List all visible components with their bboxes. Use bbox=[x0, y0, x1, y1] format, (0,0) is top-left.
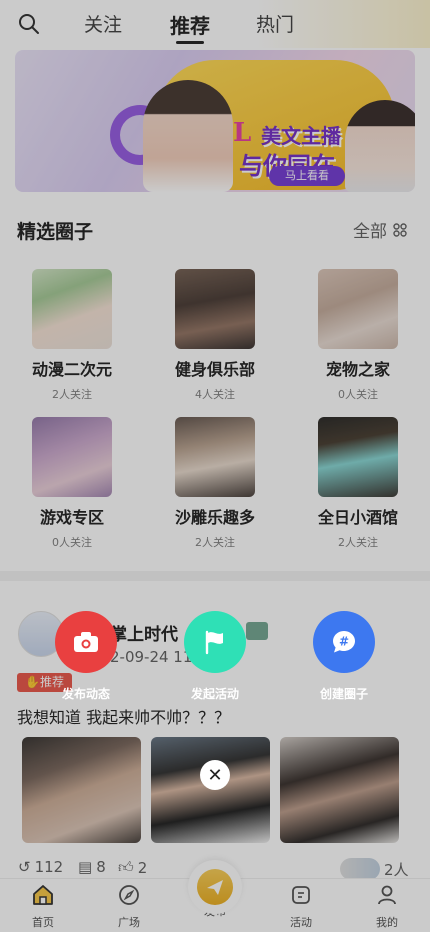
home-page: 关注 推荐 热门 L 美文主播 与你同在 马上看看 精选圈子 全部 动漫二次元 … bbox=[0, 0, 430, 932]
action-start-activity[interactable]: 发起活动 bbox=[175, 611, 255, 702]
close-icon: ✕ bbox=[207, 764, 223, 786]
svg-text:#: # bbox=[339, 635, 349, 649]
action-button[interactable]: # bbox=[313, 611, 375, 673]
camera-icon bbox=[74, 632, 98, 652]
modal-overlay[interactable] bbox=[0, 0, 430, 932]
hashtag-chat-icon: # bbox=[333, 631, 355, 653]
action-label: 创建圈子 bbox=[319, 687, 368, 701]
action-create-circle[interactable]: # 创建圈子 bbox=[304, 611, 384, 702]
close-button[interactable]: ✕ bbox=[200, 760, 230, 790]
action-label: 发布动态 bbox=[61, 687, 110, 701]
action-label: 发起活动 bbox=[190, 687, 239, 701]
action-button[interactable] bbox=[55, 611, 117, 673]
action-post-moment[interactable]: 发布动态 bbox=[46, 611, 126, 702]
action-button[interactable] bbox=[184, 611, 246, 673]
flag-icon bbox=[205, 630, 223, 655]
